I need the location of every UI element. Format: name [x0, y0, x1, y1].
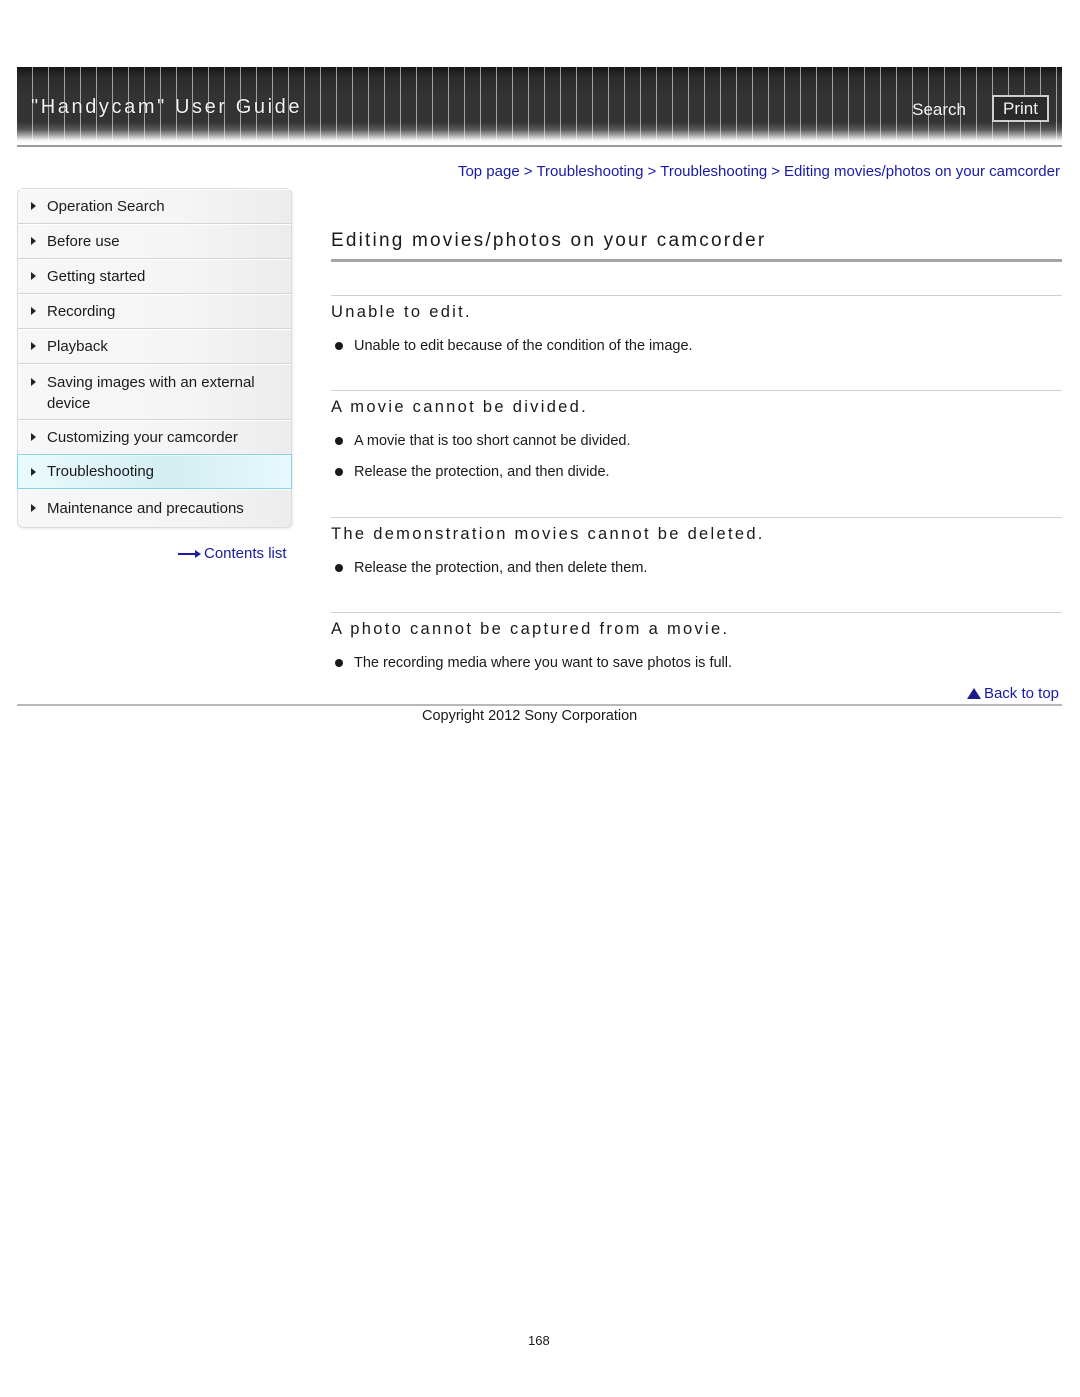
- contents-list-link[interactable]: Contents list: [178, 545, 287, 562]
- sidebar-item-troubleshooting[interactable]: Troubleshooting: [17, 454, 292, 489]
- sidebar-item-operation-search[interactable]: Operation Search: [18, 189, 291, 224]
- page-number: 168: [528, 1333, 550, 1348]
- sidebar-item-maintenance[interactable]: Maintenance and precautions: [18, 489, 291, 527]
- list-item-text: The recording media where you want to sa…: [354, 655, 733, 671]
- page-title: Editing movies/photos on your camcorder: [331, 230, 767, 251]
- sidebar-item-getting-started[interactable]: Getting started: [18, 259, 291, 294]
- list-item-text: Release the protection, and then divide.: [354, 464, 610, 480]
- bullet-icon: [335, 659, 343, 667]
- triangle-right-icon: [31, 307, 36, 315]
- section-divider: [331, 517, 1062, 518]
- section-divider: [331, 612, 1062, 613]
- breadcrumb-troubleshooting-sub[interactable]: Troubleshooting: [660, 163, 767, 180]
- back-to-top-label: Back to top: [983, 685, 1059, 702]
- breadcrumb-top-page[interactable]: Top page: [458, 163, 520, 180]
- breadcrumb: Top page > Troubleshooting > Troubleshooting…: [458, 163, 1060, 180]
- sidebar-item-recording[interactable]: Recording: [18, 294, 291, 329]
- print-button[interactable]: Print: [992, 95, 1049, 122]
- sidebar-item-label: Troubleshooting: [47, 463, 155, 480]
- triangle-right-icon: [31, 272, 36, 280]
- sidebar-item-label: Saving images with an external device: [47, 374, 255, 412]
- breadcrumb-current-page[interactable]: Editing movies/photos on your camcorder: [784, 163, 1060, 180]
- section-divider: [331, 295, 1062, 296]
- sidebar-item-label: Getting started: [47, 267, 146, 285]
- triangle-right-icon: [31, 433, 36, 441]
- app-title: "Handycam" User Guide: [31, 96, 303, 118]
- bullet-icon: [335, 468, 343, 476]
- list-item: A movie that is too short cannot be divi…: [335, 433, 630, 449]
- breadcrumb-troubleshooting[interactable]: Troubleshooting: [536, 163, 643, 180]
- sidebar-item-saving-images[interactable]: Saving images with an external device: [18, 364, 291, 420]
- triangle-right-icon: [31, 237, 36, 245]
- sidebar-item-customizing[interactable]: Customizing your camcorder: [18, 420, 291, 455]
- bullet-icon: [335, 437, 343, 445]
- triangle-right-icon: [31, 378, 36, 386]
- breadcrumb-separator: >: [647, 163, 657, 180]
- sidebar-item-label: Recording: [47, 302, 116, 320]
- sidebar-item-label: Before use: [47, 232, 120, 250]
- triangle-right-icon: [31, 342, 36, 350]
- search-button[interactable]: Search: [912, 100, 966, 120]
- contents-list-label: Contents list: [204, 545, 287, 562]
- triangle-right-icon: [31, 504, 36, 512]
- list-item: Release the protection, and then divide.: [335, 464, 610, 480]
- triangle-right-icon: [31, 467, 36, 476]
- sidebar-item-label: Playback: [47, 337, 108, 355]
- sidebar-item-playback[interactable]: Playback: [18, 329, 291, 364]
- list-item-text: Unable to edit because of the condition …: [354, 338, 693, 354]
- bullet-icon: [335, 564, 343, 572]
- list-item-text: Release the protection, and then delete …: [354, 560, 648, 576]
- sidebar-nav: Operation Search Before use Getting star…: [17, 188, 292, 528]
- section-divider: [331, 390, 1062, 391]
- breadcrumb-separator: >: [523, 163, 533, 180]
- header-banner: "Handycam" User Guide Search Print: [17, 67, 1062, 143]
- section-heading: Unable to edit.: [331, 303, 472, 321]
- section-heading: A movie cannot be divided.: [331, 398, 589, 416]
- title-divider: [331, 259, 1062, 262]
- list-item-text: A movie that is too short cannot be divi…: [354, 433, 631, 449]
- header-divider: [17, 145, 1062, 147]
- arrow-right-icon: [178, 549, 202, 559]
- sidebar-item-before-use[interactable]: Before use: [18, 224, 291, 259]
- copyright-text: Copyright 2012 Sony Corporation: [422, 708, 638, 724]
- triangle-right-icon: [31, 202, 36, 210]
- breadcrumb-separator: >: [771, 163, 781, 180]
- list-item: The recording media where you want to sa…: [335, 655, 732, 671]
- section-heading: A photo cannot be captured from a movie.: [331, 620, 730, 638]
- sidebar-item-label: Maintenance and precautions: [47, 499, 244, 517]
- back-to-top-link[interactable]: Back to top: [966, 685, 1059, 702]
- bullet-icon: [335, 342, 343, 350]
- list-item: Unable to edit because of the condition …: [335, 338, 693, 354]
- section-heading: The demonstration movies cannot be delet…: [331, 525, 765, 543]
- sidebar-item-label: Customizing your camcorder: [47, 428, 238, 446]
- footer-divider: [17, 704, 1062, 706]
- sidebar-item-label: Operation Search: [47, 197, 165, 215]
- triangle-up-icon: [966, 688, 981, 699]
- list-item: Release the protection, and then delete …: [335, 560, 647, 576]
